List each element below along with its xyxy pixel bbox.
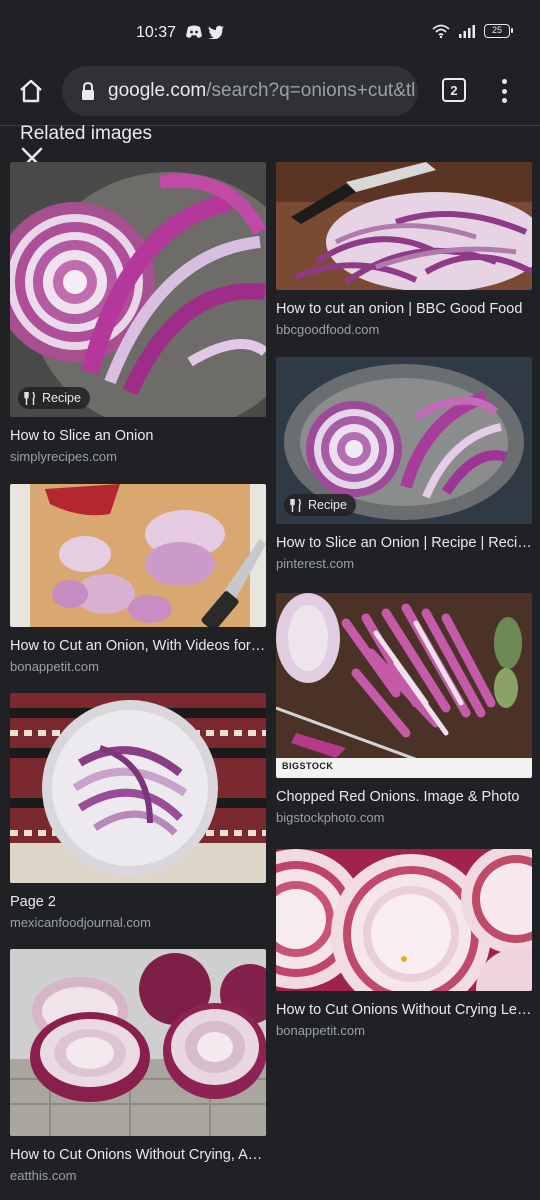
menu-dot	[501, 88, 507, 94]
tab-switcher-button[interactable]: 2	[442, 78, 466, 102]
result-title[interactable]: Page 2	[10, 894, 266, 911]
status-indicators: 25	[432, 24, 513, 38]
recipe-badge: Recipe	[284, 494, 356, 516]
result-title[interactable]: How to cut an onion | BBC Good Food	[276, 301, 532, 318]
image-result[interactable]: How to Cut Onions Without Crying, Accord…	[10, 949, 266, 1184]
result-source: simplyrecipes.com	[10, 449, 117, 464]
url-host: google.com	[108, 80, 207, 101]
result-thumbnail[interactable]	[10, 693, 266, 883]
result-title[interactable]: How to Slice an Onion	[10, 428, 266, 445]
result-title[interactable]: How to Cut Onions Without Crying, Accord…	[10, 1147, 266, 1164]
badge-label: Recipe	[42, 391, 81, 405]
menu-dot	[501, 79, 507, 84]
result-source: bigstockphoto.com	[276, 810, 385, 825]
related-images-heading: Related images	[20, 123, 153, 144]
status-time: 10:37	[136, 24, 177, 41]
image-result[interactable]: BIGSTOCK Chopped Red Onions. Image & Pho…	[276, 593, 532, 826]
result-source: pinterest.com	[276, 556, 355, 571]
result-thumbnail[interactable]: Recipe	[10, 162, 266, 417]
result-thumbnail[interactable]: BIGSTOCK	[276, 593, 532, 778]
result-thumbnail[interactable]	[276, 849, 532, 991]
watermark-logo: BIGSTOCK	[282, 761, 334, 771]
lock-icon	[78, 80, 98, 102]
menu-dot	[501, 98, 507, 103]
status-app-icons	[186, 25, 224, 39]
result-title[interactable]: How to Cut Onions Without Crying Learn	[276, 1002, 532, 1019]
home-button[interactable]	[14, 74, 48, 108]
result-title[interactable]: Chopped Red Onions. Image & Photo	[276, 789, 532, 806]
result-source: bbcgoodfood.com	[276, 322, 380, 337]
result-thumbnail[interactable]: Recipe	[276, 357, 532, 524]
image-result[interactable]: How to cut an onion | BBC Good Food bbcg…	[276, 162, 532, 338]
home-icon	[20, 79, 42, 103]
result-title[interactable]: How to Slice an Onion | Recipe | Recipe	[276, 535, 532, 552]
url-text: google.com/search?q=onions+cut&tl	[108, 80, 415, 102]
result-source: eatthis.com	[10, 1168, 77, 1183]
utensils-icon	[24, 391, 35, 405]
image-result[interactable]: How to Cut an Onion, With Videos for Beg…	[10, 484, 266, 675]
recipe-badge: Recipe	[18, 387, 90, 409]
result-source: bonappetit.com	[10, 659, 99, 674]
badge-label: Recipe	[308, 498, 347, 512]
result-source: bonappetit.com	[276, 1023, 365, 1038]
wifi-icon	[432, 24, 450, 38]
result-thumbnail[interactable]	[10, 484, 266, 627]
result-title[interactable]: How to Cut an Onion, With Videos for Beg…	[10, 638, 266, 655]
image-result[interactable]: Page 2 mexicanfoodjournal.com	[10, 693, 266, 931]
utensils-icon	[290, 498, 301, 512]
signal-icon	[459, 25, 475, 38]
browser-toolbar: google.com/search?q=onions+cut&tl 2	[0, 62, 540, 124]
image-result[interactable]: Recipe How to Slice an Onion | Recipe | …	[276, 357, 532, 572]
image-result[interactable]: How to Cut Onions Without Crying Learn b…	[276, 849, 532, 1039]
result-thumbnail[interactable]	[276, 162, 532, 290]
result-thumbnail[interactable]	[10, 949, 266, 1136]
status-bar: 10:37 25	[0, 0, 540, 62]
overflow-menu-button[interactable]	[494, 76, 514, 106]
battery-icon: 25	[484, 24, 513, 38]
result-source: mexicanfoodjournal.com	[10, 915, 151, 930]
url-path: /search?q=onions+cut&tl	[206, 80, 416, 101]
twitter-icon	[208, 25, 224, 39]
discord-icon	[186, 25, 202, 38]
image-result[interactable]: Recipe How to Slice an Onion simplyrecip…	[10, 162, 266, 465]
address-bar[interactable]: google.com/search?q=onions+cut&tl	[62, 66, 418, 116]
